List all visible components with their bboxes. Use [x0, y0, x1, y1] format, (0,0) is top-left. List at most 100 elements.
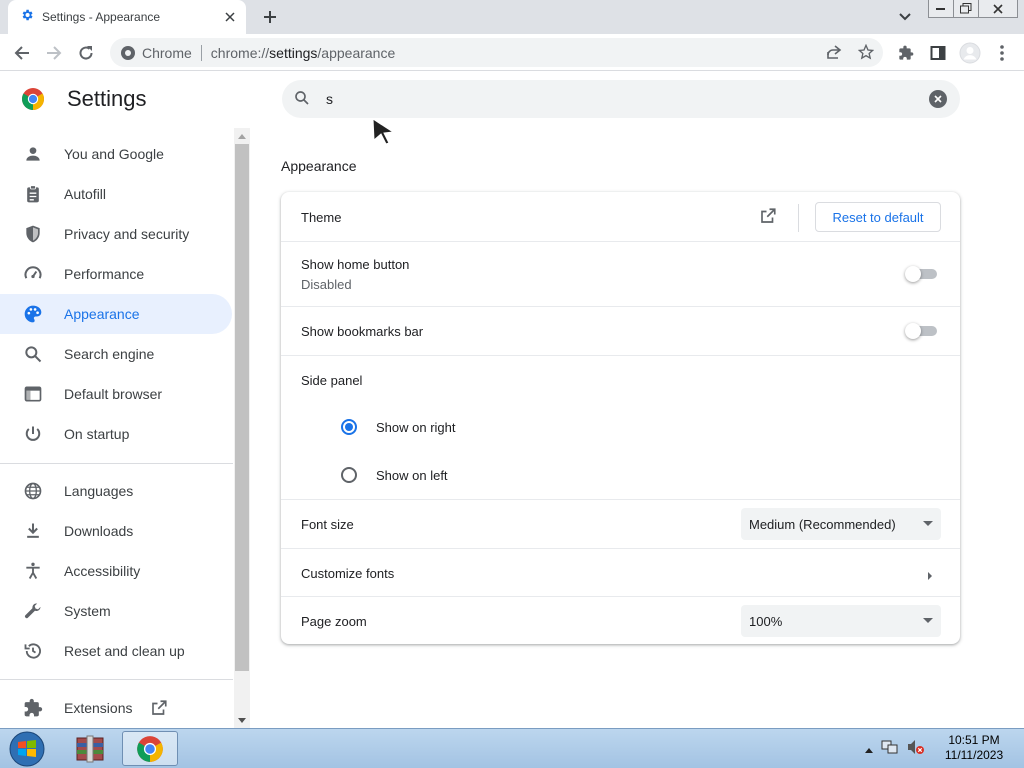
taskbar-clock[interactable]: 10:51 PM 11/11/2023 — [936, 733, 1012, 763]
radio-label-show-on-left[interactable]: Show on left — [376, 468, 448, 483]
wrench-icon — [24, 603, 41, 619]
tab-search-chevron-icon[interactable] — [893, 6, 917, 28]
scroll-down-arrow-icon[interactable] — [234, 712, 250, 728]
taskbar-app-chrome-icon[interactable] — [122, 731, 178, 766]
sidebar-item-languages[interactable]: Languages — [0, 471, 232, 511]
sidebar-item-label: Search engine — [64, 346, 155, 362]
sidebar-item-accessibility[interactable]: Accessibility — [0, 551, 232, 591]
clock-time: 10:51 PM — [948, 733, 1000, 747]
sidebar-divider — [0, 463, 233, 464]
restore-button[interactable] — [953, 0, 979, 18]
sidebar-item-label: Downloads — [64, 523, 134, 539]
sidebar-item-reset[interactable]: Reset and clean up — [0, 631, 232, 671]
person-icon — [26, 147, 40, 161]
settings-search-box[interactable] — [282, 80, 960, 118]
home-button-toggle[interactable] — [905, 266, 939, 282]
sidebar-item-on-startup[interactable]: On startup — [0, 414, 232, 454]
open-external-icon[interactable] — [759, 207, 777, 230]
minimize-button[interactable] — [928, 0, 954, 18]
sidebar-item-appearance[interactable]: Appearance — [0, 294, 232, 334]
search-input[interactable] — [326, 88, 886, 110]
sidebar-item-privacy[interactable]: Privacy and security — [0, 214, 232, 254]
toggle-knob — [905, 266, 921, 282]
omnibox-separator — [200, 44, 202, 61]
font-size-select[interactable]: Medium (Recommended) — [741, 508, 941, 540]
site-chip: Chrome — [142, 44, 192, 61]
sidebar-item-label: Accessibility — [64, 563, 141, 579]
tab-close-icon[interactable] — [218, 5, 242, 29]
page-zoom-select[interactable]: 100% — [741, 605, 941, 637]
radio-show-on-left[interactable] — [341, 467, 357, 483]
browser-window-icon — [24, 386, 42, 402]
home-button-row[interactable]: Show home button Disabled — [281, 242, 960, 306]
theme-row[interactable]: Theme Reset to default — [281, 192, 960, 241]
history-icon — [24, 643, 41, 659]
tab-settings-appearance[interactable]: Settings - Appearance — [8, 0, 246, 34]
browser-toolbar: Chrome chrome://settings/appearance — [0, 34, 1024, 71]
reset-theme-button[interactable]: Reset to default — [815, 202, 941, 232]
side-panel-icon[interactable] — [924, 39, 952, 67]
sidebar-item-label: Appearance — [64, 306, 140, 322]
customize-fonts-row[interactable]: Customize fonts — [281, 549, 960, 597]
reload-button[interactable] — [72, 39, 100, 67]
os-taskbar: 10:51 PM 11/11/2023 — [0, 728, 1024, 768]
home-button-status: Disabled — [301, 277, 352, 292]
chrome-logo-icon — [21, 87, 45, 116]
bookmarks-bar-toggle[interactable] — [905, 323, 939, 339]
sidebar-item-label: Reset and clean up — [64, 643, 185, 659]
sidebar-item-performance[interactable]: Performance — [0, 254, 232, 294]
sidebar-scroll-thumb[interactable] — [235, 144, 249, 671]
share-icon[interactable] — [826, 44, 842, 65]
volume-muted-icon[interactable] — [907, 739, 925, 760]
new-tab-button[interactable] — [256, 4, 284, 30]
settings-main: Appearance Theme Reset to default Show h… — [250, 128, 1024, 728]
sidebar-item-label: Performance — [64, 266, 145, 282]
dropdown-arrow-icon — [923, 618, 933, 623]
system-tray — [865, 737, 925, 761]
font-size-value: Medium (Recommended) — [749, 517, 896, 532]
page-zoom-label: Page zoom — [301, 614, 367, 629]
puzzle-icon — [24, 698, 43, 717]
close-window-button[interactable] — [978, 0, 1018, 18]
sidebar-item-label: Extensions — [64, 700, 133, 716]
sidebar-item-label: Default browser — [64, 386, 163, 402]
bookmark-star-icon[interactable] — [857, 43, 875, 65]
sidebar-item-you-and-google[interactable]: You and Google — [0, 134, 232, 174]
sidebar-item-autofill[interactable]: Autofill — [0, 174, 232, 214]
settings-gear-icon — [20, 8, 34, 27]
sidebar-item-extensions[interactable]: Extensions — [0, 688, 232, 728]
palette-icon — [24, 305, 42, 323]
profile-avatar-icon[interactable] — [956, 39, 984, 67]
radio-show-on-right[interactable] — [341, 419, 357, 435]
bookmarks-bar-row[interactable]: Show bookmarks bar — [281, 307, 960, 355]
address-bar[interactable]: Chrome chrome://settings/appearance — [110, 38, 883, 67]
forward-button[interactable] — [40, 39, 68, 67]
page-zoom-value: 100% — [749, 614, 783, 629]
windows-start-button[interactable] — [5, 731, 49, 767]
extensions-puzzle-icon[interactable] — [892, 39, 920, 67]
clear-search-icon[interactable] — [929, 90, 947, 108]
sidebar-item-system[interactable]: System — [0, 591, 232, 631]
speedometer-icon — [24, 266, 42, 279]
sidebar-item-downloads[interactable]: Downloads — [0, 511, 232, 551]
page-zoom-row: Page zoom 100% — [281, 597, 960, 644]
show-hidden-icons-arrow-icon[interactable] — [865, 740, 873, 758]
sidebar-item-default-browser[interactable]: Default browser — [0, 374, 232, 414]
sidebar-item-label: Autofill — [64, 186, 107, 202]
theme-label: Theme — [301, 210, 342, 225]
sidebar-divider — [0, 679, 233, 680]
font-size-row: Font size Medium (Recommended) — [281, 500, 960, 548]
open-external-icon — [150, 699, 168, 722]
menu-kebab-icon[interactable] — [988, 39, 1016, 67]
radio-label-show-on-right[interactable]: Show on right — [376, 420, 456, 435]
dropdown-arrow-icon — [923, 521, 933, 526]
taskbar-app-archive-icon[interactable] — [62, 731, 118, 766]
sidebar-item-search-engine[interactable]: Search engine — [0, 334, 232, 374]
clock-date: 11/11/2023 — [944, 748, 1004, 762]
scroll-up-arrow-icon[interactable] — [234, 128, 250, 144]
settings-header: Settings — [0, 72, 1024, 145]
back-button[interactable] — [8, 39, 36, 67]
network-icon[interactable] — [881, 739, 899, 760]
clipboard-icon — [27, 185, 39, 203]
accessibility-icon — [26, 562, 40, 579]
